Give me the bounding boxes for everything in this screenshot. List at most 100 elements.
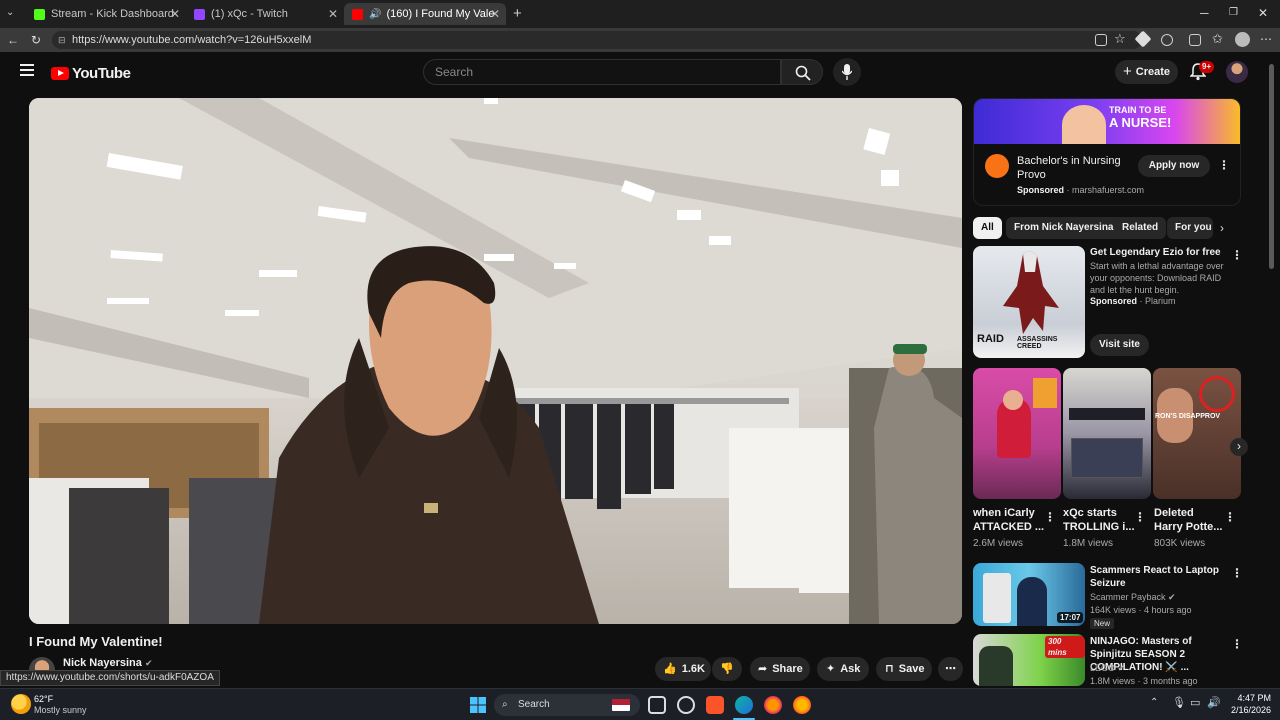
browser-essentials-icon[interactable] (1189, 34, 1201, 46)
short-views-1: 2.6M views (973, 538, 1024, 549)
video-thumbnail-1[interactable]: 17:07 (973, 563, 1085, 626)
more-actions-button[interactable]: ⋯ (938, 657, 963, 681)
account-avatar[interactable] (1226, 61, 1248, 83)
edge-icon[interactable] (735, 696, 753, 714)
close-icon[interactable]: ✕ (328, 7, 338, 21)
brave-icon[interactable] (706, 696, 724, 714)
ask-label: Ask (840, 663, 861, 675)
short-menu-icon-2[interactable]: ⋮ (1134, 510, 1146, 524)
video-thumbnail-2[interactable]: 300 mins (973, 634, 1085, 686)
kick-icon (34, 8, 45, 20)
short-thumbnail-3[interactable]: RON'S DISAPPROV (1153, 368, 1241, 499)
visit-site-button[interactable]: Visit site (1090, 334, 1149, 356)
thumb-fbi-agent (1017, 577, 1047, 626)
extensions-icon[interactable] (1161, 34, 1173, 46)
short-title-2[interactable]: xQc starts TROLLING i... (1063, 506, 1135, 534)
profile-avatar-icon[interactable] (1235, 32, 1250, 47)
video-menu-icon-2[interactable]: ⋮ (1231, 637, 1243, 651)
collections-icon[interactable]: ✩ (1212, 31, 1223, 47)
weather-sun-icon[interactable] (11, 694, 31, 714)
weather-condition[interactable]: Mostly sunny (34, 705, 87, 715)
hamburger-menu-icon[interactable] (20, 64, 34, 76)
windows-start-icon[interactable] (470, 697, 486, 713)
task-view-icon[interactable] (648, 696, 666, 714)
network-icon[interactable]: ▭ (1190, 696, 1200, 709)
tray-chevron-icon[interactable]: ⌃ (1150, 697, 1158, 708)
clock-time[interactable]: 4:47 PM (1225, 693, 1271, 703)
short-title-2-line1: xQc starts (1063, 507, 1117, 519)
chip-from-channel[interactable]: From Nick Nayersina (1006, 217, 1122, 239)
video-player[interactable] (29, 98, 962, 624)
tab-youtube[interactable]: 🔊 (160) I Found My Valentine! - ✕ (344, 3, 506, 25)
app-available-icon[interactable] (1095, 34, 1107, 46)
promo-advertiser: Plarium (1145, 296, 1176, 306)
share-button[interactable]: ➦ Share (750, 657, 810, 681)
youtube-logo-text: YouTube (72, 65, 131, 82)
video-menu-icon-1[interactable]: ⋮ (1231, 566, 1243, 580)
video-channel-2[interactable]: LEGO ✔ (1090, 663, 1125, 674)
tab-list-chevron-icon[interactable]: ⌄ (6, 7, 14, 18)
ad-menu-icon[interactable]: ⋮ (1218, 158, 1230, 172)
video-channel-2-text: LEGO (1090, 663, 1116, 673)
short-menu-icon-1[interactable]: ⋮ (1044, 510, 1056, 524)
chips-next-chevron-icon[interactable]: › (1220, 221, 1224, 235)
back-icon[interactable]: ← (7, 33, 19, 47)
browser-menu-icon[interactable]: ⋯ (1260, 32, 1272, 46)
close-icon[interactable]: ✕ (490, 7, 500, 21)
restore-icon[interactable]: ❐ (1229, 7, 1238, 18)
speaker-icon[interactable]: 🔊 (369, 9, 381, 20)
short-views-2: 1.8M views (1063, 538, 1114, 549)
ad-banner-line2: A NURSE! (1109, 115, 1172, 130)
favorite-star-icon[interactable]: ☆ (1114, 31, 1126, 47)
promo-sponsored-label: Sponsored (1090, 296, 1138, 306)
mic-tray-icon[interactable]: 🎙 (1172, 696, 1186, 709)
voice-search-button[interactable] (833, 58, 861, 86)
minimize-icon[interactable]: ─ (1200, 6, 1209, 20)
short-title-1[interactable]: when iCarly ATTACKED ... (973, 506, 1044, 534)
short-thumbnail-2[interactable] (1063, 368, 1151, 499)
taskbar-search-box[interactable]: ⌕ Search (494, 694, 640, 716)
promo-thumbnail[interactable]: RAID ASSASSINS CREED (973, 246, 1085, 358)
dislike-button[interactable]: 👎 (712, 657, 742, 681)
promo-title[interactable]: Get Legendary Ezio for free (1090, 246, 1230, 259)
steam-icon[interactable] (677, 696, 695, 714)
site-info-icon[interactable]: ⊟ (58, 31, 66, 49)
clock-date[interactable]: 2/16/2026 (1225, 705, 1271, 715)
firefox-icon[interactable] (764, 696, 782, 714)
url-field[interactable]: ⊟ https://www.youtube.com/watch?v=126uH5… (52, 31, 1142, 49)
ad-card[interactable]: TRAIN TO BE A NURSE! Bachelor's in Nursi… (973, 98, 1241, 206)
create-button[interactable]: + Create (1115, 60, 1178, 84)
short-thumbnail-1[interactable] (973, 368, 1061, 499)
weather-temperature[interactable]: 62°F (34, 694, 53, 704)
assassins-creed-logo-text: ASSASSINS CREED (1017, 336, 1058, 350)
apply-now-button[interactable]: Apply now (1138, 155, 1210, 177)
window-close-icon[interactable]: ✕ (1258, 6, 1268, 20)
firefox-dev-icon[interactable] (793, 696, 811, 714)
search-button[interactable] (781, 59, 823, 85)
channel-name[interactable]: Nick Nayersina ✔ (63, 657, 153, 669)
video-title-1[interactable]: Scammers React to Laptop Seizure (1090, 564, 1225, 590)
volume-icon[interactable]: 🔊 (1207, 696, 1221, 709)
ask-button[interactable]: ✦ Ask (817, 657, 869, 681)
new-tab-icon[interactable]: + (513, 5, 522, 22)
save-button[interactable]: ⊓ Save (876, 657, 932, 681)
short-title-3-line1: Deleted (1154, 507, 1194, 519)
page-scrollbar[interactable] (1269, 64, 1274, 269)
tab-twitch[interactable]: (1) xQc - Twitch ✕ (186, 3, 344, 25)
youtube-logo[interactable]: YouTube (51, 65, 131, 82)
close-icon[interactable]: ✕ (170, 7, 180, 21)
address-bar: ← ↻ ⊟ https://www.youtube.com/watch?v=12… (0, 28, 1280, 52)
reload-icon[interactable]: ↻ (31, 33, 41, 47)
short-menu-icon-3[interactable]: ⋮ (1224, 510, 1236, 524)
short-title-3[interactable]: Deleted Harry Potte... (1154, 506, 1222, 534)
chip-all[interactable]: All (973, 217, 1002, 239)
like-button[interactable]: 👍 1.6K (655, 657, 711, 681)
us-flag-icon (612, 699, 630, 711)
video-channel-1[interactable]: Scammer Payback ✔ (1090, 592, 1176, 603)
chip-related[interactable]: Related (1114, 217, 1167, 239)
tab-kick[interactable]: Stream - Kick Dashboard ✕ (26, 3, 186, 25)
chip-for-you[interactable]: For you (1167, 217, 1213, 239)
shorts-next-chevron-icon[interactable]: › (1230, 438, 1248, 456)
search-input[interactable]: Search (423, 59, 781, 85)
promo-menu-icon[interactable]: ⋮ (1231, 248, 1243, 262)
